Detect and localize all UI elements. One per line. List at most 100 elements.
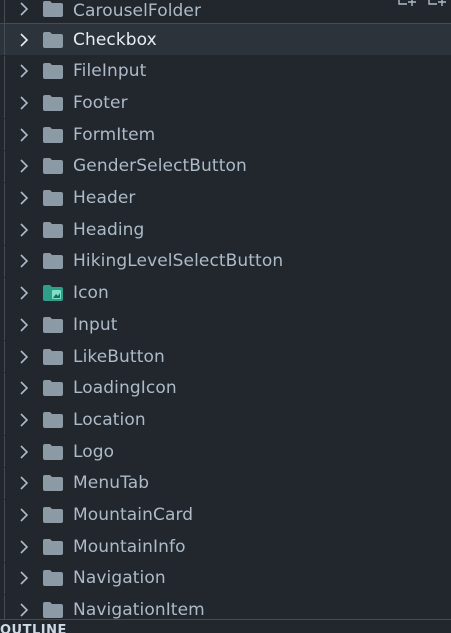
indent-guide [4, 0, 5, 23]
folder-icon [43, 380, 63, 397]
folder-icon [43, 253, 63, 270]
folder-image-icon [43, 285, 63, 302]
folder-icon [43, 570, 63, 587]
indent-guide [4, 119, 5, 151]
folder-label: Heading [73, 219, 145, 240]
folder-label: MenuTab [73, 473, 150, 494]
tree-item-loadingicon[interactable]: LoadingIcon [0, 372, 451, 404]
chevron-right-icon[interactable] [17, 286, 31, 300]
chevron-right-icon[interactable] [17, 2, 31, 16]
tree-item-hikinglevelselectbutton[interactable]: HikingLevelSelectButton [0, 245, 451, 277]
chevron-right-icon[interactable] [17, 191, 31, 205]
tree-item-navigationitem[interactable]: NavigationItem [0, 594, 451, 619]
chevron-right-icon[interactable] [17, 603, 31, 617]
tree-item-footer[interactable]: Footer [0, 87, 451, 119]
indent-guide [4, 309, 5, 341]
folder-label: HikingLevelSelectButton [73, 251, 284, 272]
tree-item-navigation[interactable]: Navigation [0, 562, 451, 594]
folder-label: LikeButton [73, 346, 165, 367]
folder-label: MountainCard [73, 505, 194, 525]
tree-item-mountaincard[interactable]: MountainCard [0, 499, 451, 531]
folder-label: FormItem [73, 124, 156, 145]
folder-icon [43, 126, 63, 143]
new-file-icon [398, 0, 416, 6]
explorer-top-strip: CarouselFolder [0, 0, 451, 24]
tree-item-formitem[interactable]: FormItem [0, 119, 451, 151]
indent-guide [4, 214, 5, 246]
folder-label: FileInput [73, 61, 147, 82]
folder-label: LoadingIcon [73, 378, 177, 399]
folder-icon [43, 316, 63, 333]
indent-guide [4, 245, 5, 277]
indent-guide [4, 24, 5, 55]
folder-label: MountainInfo [73, 536, 186, 557]
chevron-right-icon[interactable] [17, 254, 31, 268]
tree-item-icon[interactable]: Icon [0, 277, 451, 309]
folder-icon [43, 507, 63, 523]
partial-folder-row[interactable]: CarouselFolder [0, 0, 451, 23]
folder-label: Navigation [73, 568, 166, 589]
folder-icon [43, 221, 63, 238]
chevron-right-icon[interactable] [17, 64, 31, 78]
tree-item-header[interactable]: Header [0, 182, 451, 214]
indent-guide [4, 341, 5, 372]
tree-item-logo[interactable]: Logo [0, 436, 451, 468]
indent-guide [4, 404, 5, 436]
outline-section-header[interactable]: OUTLINE [0, 619, 451, 633]
indent-guide [4, 562, 5, 594]
tree-item-genderselectbutton[interactable]: GenderSelectButton [0, 150, 451, 182]
new-file-button[interactable] [397, 0, 417, 8]
tree-item-input[interactable]: Input [0, 309, 451, 341]
indent-guide [4, 467, 5, 499]
folder-icon [43, 411, 63, 428]
folder-icon [43, 602, 63, 619]
chevron-right-icon[interactable] [17, 349, 31, 364]
folder-label: NavigationItem [73, 600, 205, 619]
indent-guide [4, 372, 5, 404]
tree-item-checkbox[interactable]: Checkbox [0, 24, 451, 55]
indent-guide [4, 531, 5, 563]
chevron-right-icon[interactable] [17, 445, 31, 459]
folder-icon [43, 538, 63, 555]
indent-guide [4, 55, 5, 87]
tree-item-mountaininfo[interactable]: MountainInfo [0, 531, 451, 563]
explorer-tree: Checkbox FileInput Footer FormItem Gende… [0, 24, 451, 619]
folder-label: Location [73, 409, 146, 430]
new-folder-icon [428, 0, 446, 6]
indent-guide [4, 277, 5, 309]
folder-label: Footer [73, 92, 128, 113]
chevron-right-icon[interactable] [17, 571, 31, 585]
folder-icon [43, 443, 63, 460]
indent-guide [4, 594, 5, 619]
chevron-right-icon[interactable] [17, 223, 31, 237]
chevron-right-icon[interactable] [17, 32, 31, 47]
chevron-right-icon[interactable] [17, 413, 31, 427]
folder-icon [43, 94, 63, 111]
folder-label: CarouselFolder [73, 1, 202, 21]
tree-item-heading[interactable]: Heading [0, 214, 451, 246]
chevron-right-icon[interactable] [17, 381, 31, 395]
tree-item-likebutton[interactable]: LikeButton [0, 341, 451, 372]
chevron-right-icon[interactable] [17, 318, 31, 332]
indent-guide [4, 436, 5, 468]
tree-item-fileinput[interactable]: FileInput [0, 55, 451, 87]
chevron-right-icon[interactable] [17, 96, 31, 110]
chevron-right-icon[interactable] [17, 128, 31, 142]
explorer-actions [397, 0, 447, 8]
folder-icon [43, 190, 63, 206]
folder-icon [43, 1, 63, 17]
indent-guide [4, 499, 5, 531]
tree-item-menutab[interactable]: MenuTab [0, 467, 451, 499]
chevron-right-icon[interactable] [17, 476, 31, 490]
folder-icon [43, 475, 63, 492]
folder-icon [43, 63, 63, 80]
chevron-right-icon[interactable] [17, 508, 31, 522]
folder-icon [43, 348, 63, 365]
outline-title: OUTLINE [0, 623, 67, 633]
tree-item-location[interactable]: Location [0, 404, 451, 436]
chevron-right-icon[interactable] [17, 540, 31, 554]
new-folder-button[interactable] [427, 0, 447, 8]
chevron-right-icon[interactable] [17, 159, 31, 173]
folder-icon [43, 158, 63, 175]
folder-icon [43, 31, 63, 48]
